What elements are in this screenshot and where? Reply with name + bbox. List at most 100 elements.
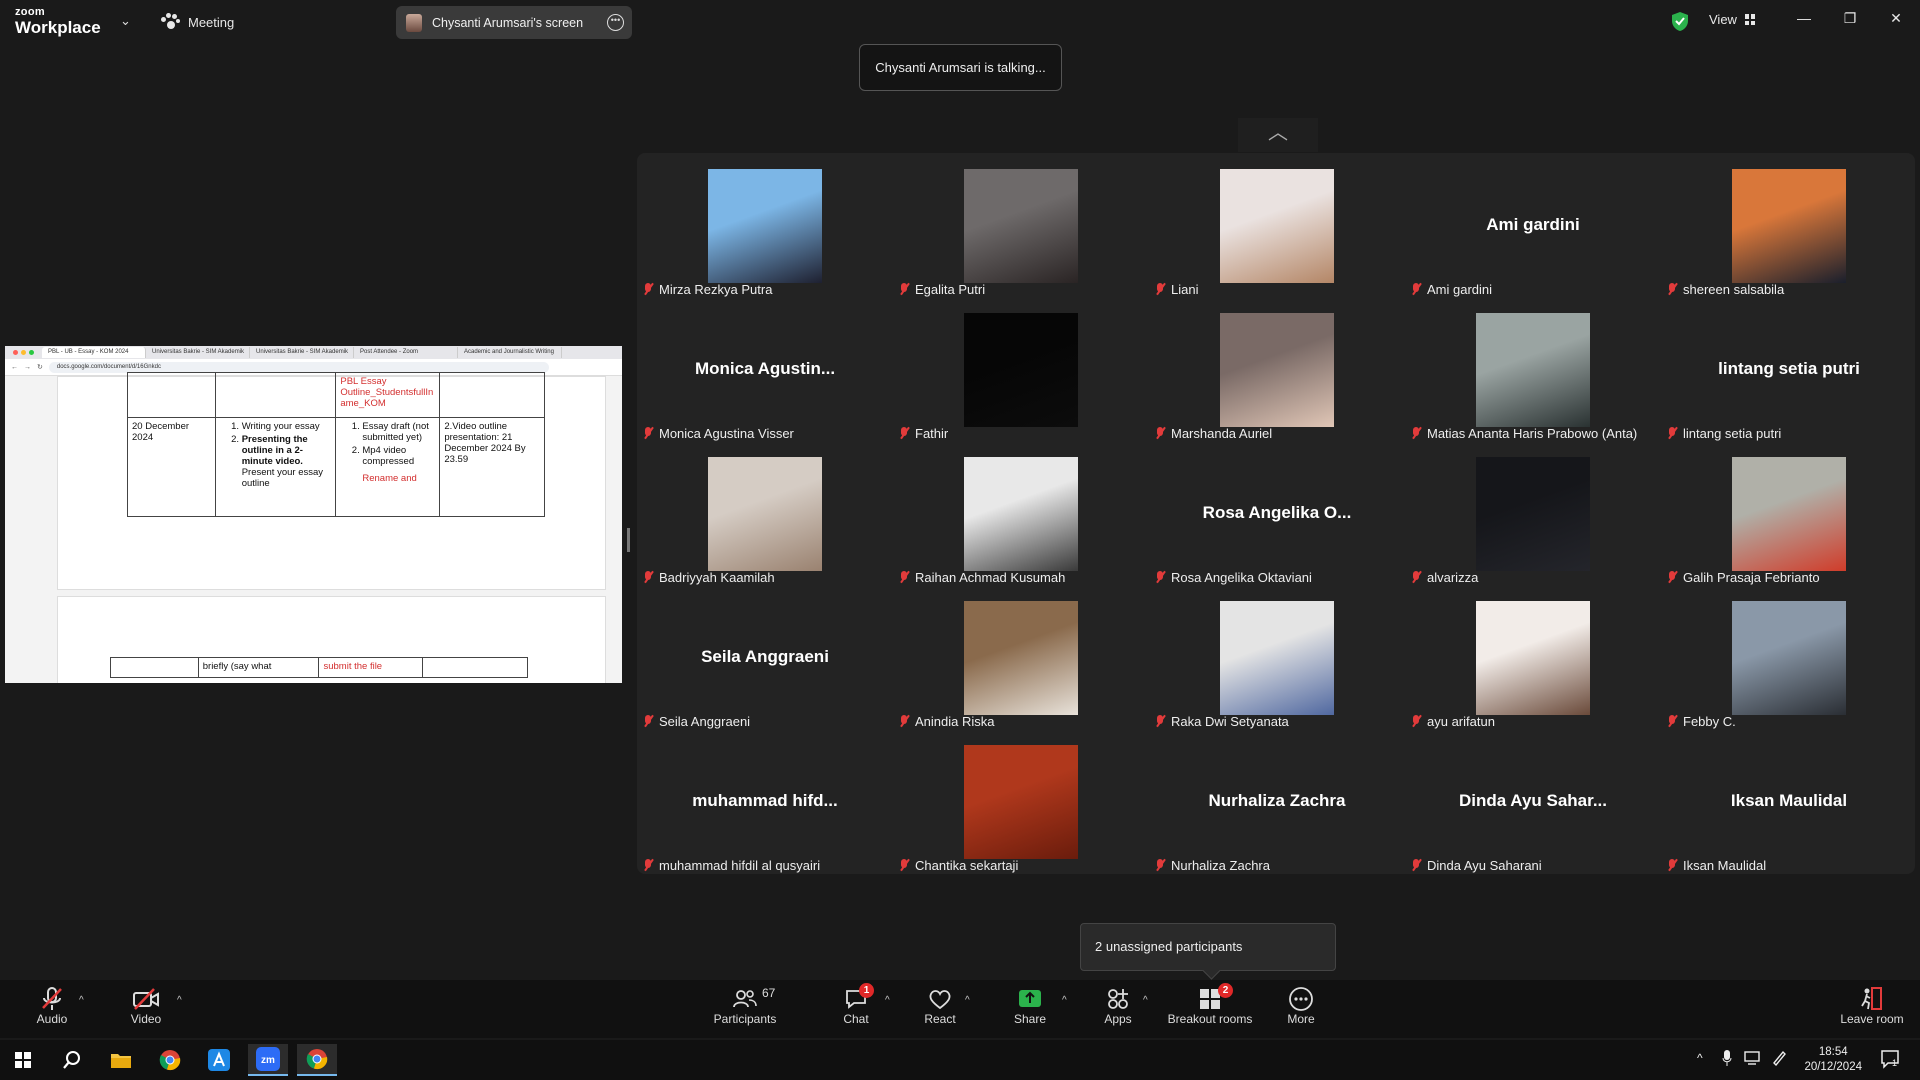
- browser-tab[interactable]: Academic and Journalistic Writing: [458, 347, 562, 358]
- participant-tile[interactable]: Raka Dwi Setyanata: [1149, 585, 1405, 729]
- participant-name-label: Matias Ananta Haris Prabowo (Anta): [1411, 426, 1637, 441]
- share-button[interactable]: Share: [1010, 986, 1050, 1026]
- network-tray-icon[interactable]: [1744, 1051, 1762, 1070]
- screen-share-pill[interactable]: Chysanti Arumsari's screen •••: [396, 6, 632, 39]
- url-field[interactable]: docs.google.com/document/d/16Gnkdc: [48, 361, 549, 373]
- schedule-table-next: briefly (say what submit the file: [110, 657, 528, 678]
- participant-tile[interactable]: alvarizza: [1405, 441, 1661, 585]
- shared-screen[interactable]: PBL - UB - Essay - KOM 2024 Universitas …: [5, 346, 622, 683]
- video-button[interactable]: Video: [124, 986, 168, 1026]
- participant-video: [708, 169, 822, 283]
- split-resize-handle[interactable]: [627, 528, 630, 552]
- minimize-button[interactable]: —: [1784, 10, 1824, 26]
- video-options-caret[interactable]: ^: [177, 995, 182, 1006]
- participant-name: Seila Anggraeni: [659, 714, 751, 729]
- participant-tile[interactable]: Badriyyah Kaamilah: [637, 441, 893, 585]
- participant-display-name: Seila Anggraeni: [701, 647, 829, 666]
- browser-tab[interactable]: PBL - UB - Essay - KOM 2024: [42, 347, 146, 358]
- search-icon[interactable]: [52, 1044, 92, 1076]
- mic-muted-icon: [1667, 283, 1677, 296]
- breakout-rooms-button[interactable]: 2 Breakout rooms: [1165, 983, 1255, 1026]
- submission-item: Mp4 video compressed: [362, 445, 435, 467]
- system-clock[interactable]: 18:54 20/12/2024: [1804, 1045, 1862, 1075]
- pen-tray-icon[interactable]: [1771, 1050, 1787, 1071]
- forward-icon[interactable]: →: [24, 364, 31, 371]
- share-options-caret[interactable]: ^: [1062, 995, 1067, 1006]
- participant-tile[interactable]: Dinda Ayu Sahar... Dinda Ayu Saharani: [1405, 729, 1661, 873]
- zoom-taskbar-icon[interactable]: zm: [248, 1044, 288, 1076]
- react-button[interactable]: React: [920, 986, 960, 1026]
- browser-tab[interactable]: Post Attendee - Zoom: [354, 347, 458, 358]
- leave-room-button[interactable]: Leave room: [1834, 986, 1910, 1026]
- browser-tab[interactable]: Universitas Bakrie - SIM Akademik: [250, 347, 354, 358]
- chrome-window-icon[interactable]: [297, 1044, 337, 1076]
- participant-video: [1476, 313, 1590, 427]
- encryption-shield-icon[interactable]: [1671, 11, 1689, 32]
- participant-tile[interactable]: ayu arifatun: [1405, 585, 1661, 729]
- participant-tile[interactable]: Mirza Rezkya Putra: [637, 153, 893, 297]
- participant-tile[interactable]: Marshanda Auriel: [1149, 297, 1405, 441]
- notifications-icon[interactable]: 1: [1880, 1049, 1902, 1074]
- participant-tile[interactable]: Galih Prasaja Febrianto: [1661, 441, 1917, 585]
- participant-tile[interactable]: Seila Anggraeni Seila Anggraeni: [637, 585, 893, 729]
- mic-muted-icon: [1411, 859, 1421, 872]
- participant-name-label: Chantika sekartaji: [899, 858, 1018, 873]
- collapse-gallery-button[interactable]: ︿: [1238, 118, 1318, 152]
- chat-options-caret[interactable]: ^: [885, 995, 890, 1006]
- windows-start-icon[interactable]: [3, 1044, 43, 1076]
- participant-tile[interactable]: shereen salsabila: [1661, 153, 1917, 297]
- participant-tile[interactable]: Fathir: [893, 297, 1149, 441]
- mic-muted-icon: [1155, 283, 1165, 296]
- participant-tile[interactable]: Liani: [1149, 153, 1405, 297]
- participant-video: [708, 457, 822, 571]
- participant-tile[interactable]: Rosa Angelika O... Rosa Angelika Oktavian…: [1149, 441, 1405, 585]
- react-options-caret[interactable]: ^: [965, 995, 970, 1006]
- participant-tile[interactable]: Ami gardini Ami gardini: [1405, 153, 1661, 297]
- file-explorer-icon[interactable]: [101, 1044, 141, 1076]
- participant-tile[interactable]: Matias Ananta Haris Prabowo (Anta): [1405, 297, 1661, 441]
- audio-options-caret[interactable]: ^: [79, 995, 84, 1006]
- reload-icon[interactable]: ↻: [37, 363, 43, 371]
- more-button[interactable]: More: [1281, 986, 1321, 1026]
- task-item: Presenting the outline in a 2-minute vid…: [242, 434, 332, 489]
- participant-name: Nurhaliza Zachra: [1171, 858, 1270, 873]
- participant-tile[interactable]: Chantika sekartaji: [893, 729, 1149, 873]
- participant-tile[interactable]: Raihan Achmad Kusumah: [893, 441, 1149, 585]
- participant-name: Mirza Rezkya Putra: [659, 282, 773, 297]
- participant-display-name: Nurhaliza Zachra: [1208, 791, 1346, 810]
- apps-button[interactable]: Apps: [1098, 986, 1138, 1026]
- clock-date: 20/12/2024: [1804, 1061, 1862, 1073]
- participant-name: shereen salsabila: [1683, 282, 1785, 297]
- meeting-menu-button[interactable]: Meeting: [160, 11, 234, 33]
- apps-options-caret[interactable]: ^: [1143, 995, 1148, 1006]
- document-area: PBL Essay Outline_StudentsfullIn ame_KOM…: [5, 372, 622, 683]
- audio-button[interactable]: Audio: [30, 986, 74, 1026]
- unassigned-participants-tooltip[interactable]: 2 unassigned participants: [1080, 923, 1336, 971]
- participant-name-label: lintang setia putri: [1667, 426, 1781, 441]
- participant-gallery: Mirza Rezkya Putra Egalita Putri Liani Ami …: [637, 153, 1915, 874]
- participant-tile[interactable]: lintang setia putri lintang setia putri: [1661, 297, 1917, 441]
- participant-tile[interactable]: Egalita Putri: [893, 153, 1149, 297]
- close-button[interactable]: ✕: [1876, 10, 1916, 27]
- view-button[interactable]: View: [1709, 12, 1755, 27]
- participant-tile[interactable]: muhammad hifd... muhammad hifdil al qusya…: [637, 729, 893, 873]
- maximize-button[interactable]: ❐: [1830, 10, 1870, 27]
- participant-tile[interactable]: Monica Agustin... Monica Agustina Visser: [637, 297, 893, 441]
- participant-tile[interactable]: Iksan Maulidal Iksan Maulidal: [1661, 729, 1917, 873]
- browser-tab[interactable]: Universitas Bakrie - SIM Akademik: [146, 347, 250, 358]
- participant-tile[interactable]: Febby C.: [1661, 585, 1917, 729]
- tray-overflow-icon[interactable]: ^: [1697, 1051, 1703, 1065]
- chrome-icon[interactable]: [150, 1044, 190, 1076]
- participants-button[interactable]: 67 Participants: [710, 986, 780, 1026]
- app-store-icon[interactable]: [199, 1044, 239, 1076]
- heart-icon: [920, 986, 960, 1012]
- chevron-down-icon[interactable]: ⌄: [120, 13, 131, 29]
- next-task-cell: briefly (say what: [197, 657, 320, 678]
- chat-button[interactable]: 1 Chat: [836, 983, 876, 1026]
- back-icon[interactable]: ←: [11, 364, 18, 371]
- more-options-icon[interactable]: •••: [607, 14, 624, 31]
- participant-tile[interactable]: Nurhaliza Zachra Nurhaliza Zachra: [1149, 729, 1405, 873]
- participant-tile[interactable]: Anindia Riska: [893, 585, 1149, 729]
- microphone-tray-icon[interactable]: [1722, 1050, 1732, 1071]
- zoom-workplace-logo[interactable]: zoom Workplace: [15, 7, 101, 37]
